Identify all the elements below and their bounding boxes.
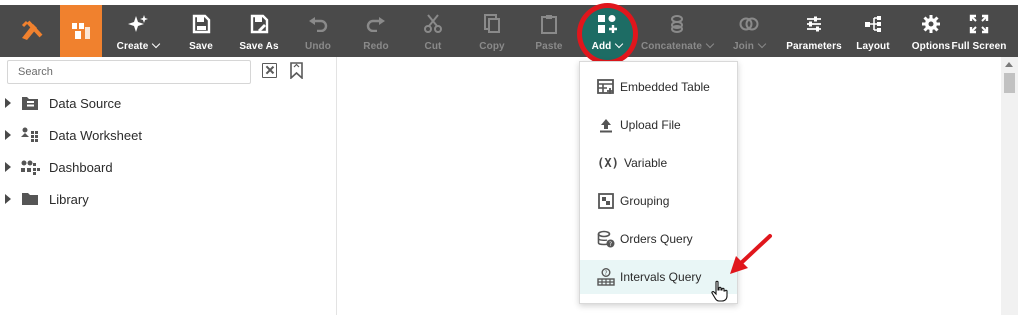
tree-item-data-source[interactable]: Data Source [5,93,121,113]
sliders-icon [805,11,823,37]
menu-item-grouping[interactable]: Grouping [580,184,737,218]
data-source-icon [20,95,40,111]
join-icon [738,11,760,37]
copy-button[interactable]: Copy [475,5,509,57]
tree-item-dashboard[interactable]: Dashboard [5,157,113,177]
join-label: Join [733,41,754,52]
tree-item-label: Data Worksheet [49,127,142,143]
parameters-button[interactable]: Parameters [785,5,843,57]
hand-cursor-icon [711,280,728,302]
save-as-label: Save As [239,41,279,52]
save-as-icon [249,11,269,37]
concatenate-label: Concatenate [640,41,703,52]
expand-arrow-icon[interactable] [5,98,11,108]
product-logo-icon [72,23,90,39]
intervals-query-icon: ? [597,268,615,286]
tree-item-label: Data Source [49,95,122,111]
join-button[interactable]: Join [731,5,767,57]
menu-item-label: Orders Query [620,232,693,246]
full-screen-button[interactable]: Full Screen [951,5,1007,57]
cut-label: Cut [424,41,442,52]
app-logo-icon [21,20,43,40]
menu-item-upload-file[interactable]: Upload File [580,108,737,142]
clipboard-icon [540,11,558,37]
layout-tree-icon [863,11,883,37]
menu-item-variable[interactable]: (X) Variable [580,146,737,180]
paste-button[interactable]: Paste [532,5,566,57]
menu-item-label: Embedded Table [620,80,710,94]
undo-label: Undo [305,41,331,52]
chevron-down-icon [757,39,767,49]
search-placeholder: Search [18,66,53,78]
scroll-up-arrow-icon[interactable] [1005,62,1013,67]
create-button[interactable]: Create [112,5,164,57]
redo-button[interactable]: Redo [359,5,393,57]
vertical-scrollbar[interactable] [1001,57,1018,315]
save-label: Save [189,41,213,52]
redo-icon [365,11,387,37]
options-label: Options [911,41,951,52]
redo-label: Redo [363,41,389,52]
chevron-down-icon [705,39,715,49]
expand-arrow-icon[interactable] [5,194,11,204]
expand-icon [969,11,989,37]
undo-icon [307,11,329,37]
tree-item-label: Dashboard [49,159,113,175]
worksheet-icon [20,127,40,143]
expand-arrow-icon[interactable] [5,130,11,140]
product-logo[interactable] [60,5,102,57]
menu-item-label: Variable [624,156,668,170]
concatenate-icon [669,11,685,37]
add-dropdown-menu: Embedded Table Upload File (X) Variable … [579,61,738,304]
chevron-down-icon [152,39,161,49]
clear-filter-icon[interactable] [262,63,277,78]
save-button[interactable]: Save [182,5,220,57]
red-annotation-arrow-icon [730,234,772,274]
app-logo[interactable] [8,5,56,57]
undo-button[interactable]: Undo [301,5,335,57]
scissors-icon [424,11,442,37]
bookmark-icon[interactable] [289,62,304,79]
upload-icon [597,116,615,134]
full-screen-label: Full Screen [951,41,1007,52]
grouping-icon [597,192,615,210]
sparkle-icon [127,11,149,37]
dashboard-icon [20,159,40,175]
orders-query-icon: ? [597,230,615,248]
add-shapes-icon [596,11,618,37]
add-label: Add [591,41,612,52]
scrollbar-thumb[interactable] [1004,73,1015,93]
menu-item-label: Upload File [620,118,681,132]
menu-item-label: Grouping [620,194,670,208]
embedded-table-icon [597,78,615,96]
concatenate-button[interactable]: Concatenate [640,5,715,57]
search-input[interactable]: Search [7,60,251,84]
layout-label: Layout [856,41,890,52]
add-button[interactable]: Add [584,5,630,57]
parameters-label: Parameters [786,41,842,52]
folder-icon [20,191,40,207]
svg-text:?: ? [604,270,607,277]
svg-text:?: ? [609,241,612,248]
variable-icon: (X) [597,156,619,170]
expand-arrow-icon[interactable] [5,162,11,172]
tree-item-label: Library [49,191,89,207]
copy-icon [483,11,501,37]
menu-item-orders-query[interactable]: ? Orders Query [580,222,737,256]
cut-button[interactable]: Cut [419,5,447,57]
options-button[interactable]: Options [911,5,951,57]
menu-item-label: Intervals Query [620,270,702,284]
copy-label: Copy [479,41,505,52]
menu-item-embedded-table[interactable]: Embedded Table [580,70,737,104]
paste-label: Paste [535,41,563,52]
create-label: Create [116,41,149,52]
save-as-button[interactable]: Save As [236,5,282,57]
save-icon [191,11,211,37]
tree-item-data-worksheet[interactable]: Data Worksheet [5,125,142,145]
chevron-down-icon [615,39,624,49]
panel-divider[interactable] [336,57,337,315]
gear-icon [921,11,941,37]
tree-item-library[interactable]: Library [5,189,89,209]
layout-button[interactable]: Layout [855,5,891,57]
